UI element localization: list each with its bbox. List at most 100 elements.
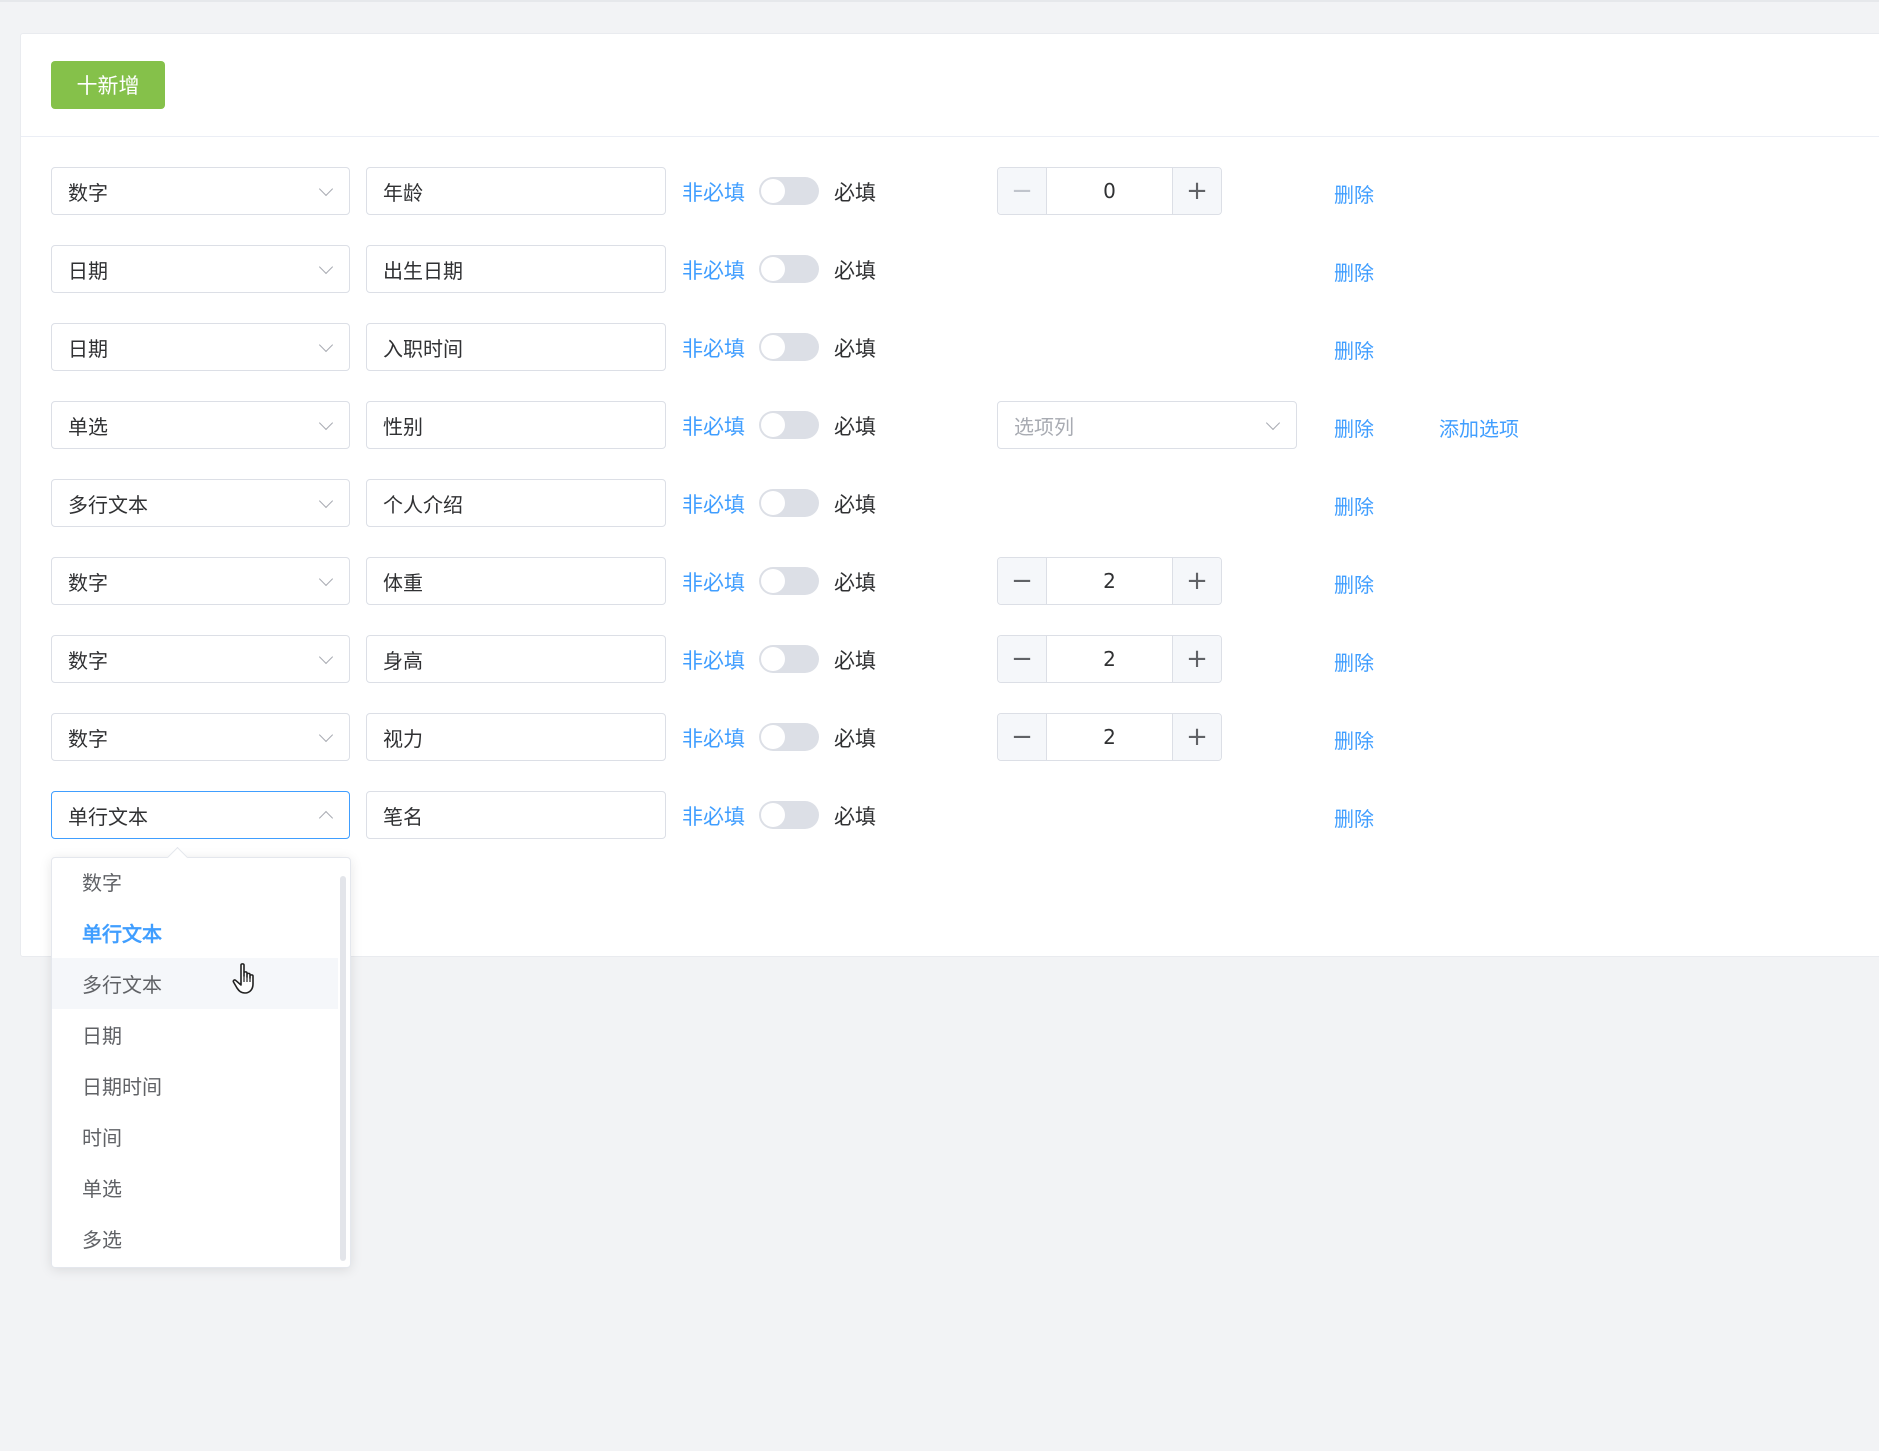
delete-link[interactable]: 删除: [1334, 803, 1374, 832]
field-name-input[interactable]: [366, 245, 666, 293]
decrement-button[interactable]: −: [998, 714, 1047, 760]
delete-link[interactable]: 删除: [1334, 647, 1374, 676]
chevron-down-icon: [318, 259, 334, 275]
required-toggle[interactable]: [759, 645, 819, 673]
toggle-knob: [761, 257, 785, 281]
field-name-input[interactable]: [366, 557, 666, 605]
dropdown-option[interactable]: 多选: [52, 1213, 338, 1264]
delete-link[interactable]: 删除: [1334, 413, 1374, 442]
toggle-knob: [761, 335, 785, 359]
field-type-select[interactable]: 日期: [51, 323, 350, 371]
toggle-knob: [761, 725, 785, 749]
field-type-value: 单行文本: [68, 804, 148, 829]
required-label[interactable]: 必填: [834, 333, 876, 363]
field-name-input[interactable]: [366, 635, 666, 683]
optional-label[interactable]: 非必填: [682, 723, 745, 753]
stepper-value[interactable]: 2: [1047, 558, 1172, 604]
toggle-knob: [761, 413, 785, 437]
dropdown-option[interactable]: 数字: [52, 856, 338, 907]
delete-link[interactable]: 删除: [1334, 335, 1374, 364]
field-row: 日期 非必填 必填 删除: [21, 323, 1879, 371]
required-label[interactable]: 必填: [834, 489, 876, 519]
field-type-value: 单选: [68, 414, 108, 439]
field-name-input[interactable]: [366, 323, 666, 371]
required-label[interactable]: 必填: [834, 255, 876, 285]
form-card: 十新增 数字非必填必填−0+删除日期非必填必填删除日期非必填必填删除单选非必填必…: [20, 33, 1879, 957]
delete-link[interactable]: 删除: [1334, 725, 1374, 754]
field-name-input[interactable]: [366, 479, 666, 527]
add-option-link[interactable]: 添加选项: [1439, 413, 1519, 442]
field-name-input[interactable]: [366, 791, 666, 839]
chevron-down-icon: [318, 649, 334, 665]
decimal-stepper: −2 +: [997, 557, 1222, 605]
field-row: 多行文本 非必填 必填 删除: [21, 479, 1879, 527]
delete-link[interactable]: 删除: [1334, 491, 1374, 520]
optional-label[interactable]: 非必填: [682, 567, 745, 597]
decrement-button[interactable]: −: [998, 558, 1047, 604]
required-label[interactable]: 必填: [834, 645, 876, 675]
field-type-select[interactable]: 数字: [51, 713, 350, 761]
required-label[interactable]: 必填: [834, 177, 876, 207]
required-label[interactable]: 必填: [834, 723, 876, 753]
dropdown-option[interactable]: 日期: [52, 1009, 338, 1060]
optional-label[interactable]: 非必填: [682, 411, 745, 441]
dropdown-option[interactable]: 多行文本: [52, 958, 338, 1009]
toggle-knob: [761, 803, 785, 827]
field-type-value: 数字: [68, 180, 108, 205]
required-toggle[interactable]: [759, 801, 819, 829]
field-name-input[interactable]: [366, 713, 666, 761]
field-name-input[interactable]: [366, 167, 666, 215]
required-toggle[interactable]: [759, 177, 819, 205]
option-list-placeholder: 选项列: [1014, 414, 1074, 439]
field-type-select[interactable]: 多行文本: [51, 479, 350, 527]
field-type-select[interactable]: 数字: [51, 167, 350, 215]
optional-label[interactable]: 非必填: [682, 333, 745, 363]
option-list-select[interactable]: 选项列: [997, 401, 1297, 449]
optional-label[interactable]: 非必填: [682, 801, 745, 831]
field-type-select[interactable]: 单行文本: [51, 791, 350, 839]
decrement-button[interactable]: −: [998, 636, 1047, 682]
required-toggle[interactable]: [759, 333, 819, 361]
dropdown-option[interactable]: 单行文本: [52, 907, 338, 958]
field-type-select[interactable]: 数字: [51, 557, 350, 605]
required-toggle[interactable]: [759, 489, 819, 517]
required-toggle[interactable]: [759, 567, 819, 595]
field-name-input[interactable]: [366, 401, 666, 449]
increment-button[interactable]: +: [1172, 558, 1221, 604]
required-label[interactable]: 必填: [834, 567, 876, 597]
field-type-select[interactable]: 单选: [51, 401, 350, 449]
stepper-value[interactable]: 2: [1047, 636, 1172, 682]
stepper-value[interactable]: 2: [1047, 714, 1172, 760]
increment-button[interactable]: +: [1172, 168, 1221, 214]
field-type-value: 数字: [68, 726, 108, 751]
toggle-knob: [761, 647, 785, 671]
required-toggle[interactable]: [759, 255, 819, 283]
increment-button[interactable]: +: [1172, 636, 1221, 682]
delete-link[interactable]: 删除: [1334, 569, 1374, 598]
type-dropdown: 数字 单行文本 多行文本 日期 日期时间 时间 单选 多选: [51, 846, 351, 1268]
field-type-select[interactable]: 数字: [51, 635, 350, 683]
field-type-value: 数字: [68, 570, 108, 595]
dropdown-option[interactable]: 单选: [52, 1162, 338, 1213]
required-label[interactable]: 必填: [834, 411, 876, 441]
dropdown-scrollbar[interactable]: [340, 876, 346, 1261]
optional-label[interactable]: 非必填: [682, 255, 745, 285]
add-button[interactable]: 十新增: [51, 61, 165, 109]
decrement-button[interactable]: −: [998, 168, 1047, 214]
toggle-knob: [761, 179, 785, 203]
decimal-stepper: −0 +: [997, 167, 1222, 215]
optional-label[interactable]: 非必填: [682, 645, 745, 675]
increment-button[interactable]: +: [1172, 714, 1221, 760]
required-label[interactable]: 必填: [834, 801, 876, 831]
required-toggle[interactable]: [759, 411, 819, 439]
delete-link[interactable]: 删除: [1334, 257, 1374, 286]
delete-link[interactable]: 删除: [1334, 179, 1374, 208]
required-toggle[interactable]: [759, 723, 819, 751]
chevron-up-icon: [318, 810, 334, 826]
optional-label[interactable]: 非必填: [682, 177, 745, 207]
dropdown-option[interactable]: 日期时间: [52, 1060, 338, 1111]
dropdown-option[interactable]: 时间: [52, 1111, 338, 1162]
optional-label[interactable]: 非必填: [682, 489, 745, 519]
stepper-value[interactable]: 0: [1047, 168, 1172, 214]
field-type-select[interactable]: 日期: [51, 245, 350, 293]
